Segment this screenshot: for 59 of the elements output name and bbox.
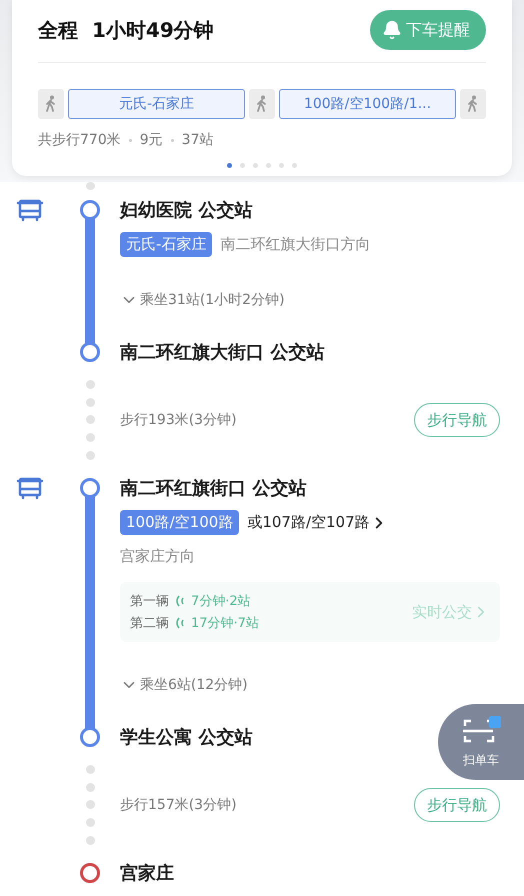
destination-marker (80, 863, 100, 883)
route-dot (86, 765, 94, 774)
arrival-label: 第二辆 (130, 615, 169, 632)
page-dot[interactable] (266, 163, 271, 168)
bell-icon (382, 20, 402, 40)
walk-info: 步行193米(3分钟) (120, 411, 237, 429)
page-dot[interactable] (253, 163, 258, 168)
direction-text: 宫家庄方向 (120, 547, 196, 566)
page-dot[interactable] (279, 163, 284, 168)
stop-marker (80, 727, 100, 747)
route-dot (86, 450, 94, 460)
arrival-info: 7分钟·2站 (191, 593, 251, 610)
bus-line-chip: 100路/空100路/1... (279, 89, 456, 119)
stop-marker (80, 342, 100, 362)
bus-line-tag[interactable]: 元氏-石家庄 (120, 232, 212, 257)
page-dot[interactable] (240, 163, 245, 168)
ride-stops-toggle[interactable]: 乘坐31站(1小时2分钟) (120, 291, 285, 309)
route-dot (86, 182, 94, 190)
stop-marker (80, 478, 100, 498)
route-dot (86, 818, 94, 828)
alternative-lines-link[interactable]: 或107路/空107路 (247, 513, 388, 532)
bus-line-chip: 元氏-石家庄 (68, 89, 245, 119)
stop-name: 南二环红旗街口 公交站 (120, 477, 306, 501)
page-dot[interactable] (292, 163, 297, 168)
page-dot[interactable] (227, 163, 232, 168)
summary-label: 全程 (38, 16, 78, 44)
total-duration: 1小时49分钟 (92, 16, 214, 44)
route-dot (86, 398, 94, 407)
stop-name: 宫家庄 (120, 862, 174, 886)
stop-name: 学生公寓 公交站 (120, 726, 252, 750)
stop-marker (80, 200, 100, 220)
walk-navigation-button[interactable]: 步行导航 (414, 788, 500, 822)
scan-bike-button[interactable]: 扫单车 (438, 704, 524, 780)
route-stat: 共步行770米 (38, 131, 121, 149)
route-dot (86, 782, 94, 792)
bus-icon (16, 198, 44, 222)
alight-alert-button[interactable]: 下车提醒 (370, 10, 486, 50)
walk-info: 步行157米(3分钟) (120, 796, 237, 814)
walking-icon (467, 95, 479, 113)
stop-name: 妇幼医院 公交站 (120, 199, 252, 223)
route-dot (86, 433, 94, 442)
bus-icon (16, 476, 44, 500)
walk-navigation-button[interactable]: 步行导航 (414, 403, 500, 437)
signal-icon (175, 595, 185, 607)
arrival-info: 17分钟·7站 (191, 615, 259, 632)
route-dot (86, 415, 94, 424)
bus-line-tag[interactable]: 100路/空100路 (120, 510, 240, 535)
route-dot (86, 800, 94, 810)
walking-icon (256, 95, 268, 113)
route-dot (86, 380, 94, 390)
stop-name: 南二环红旗大街口 公交站 (120, 341, 324, 365)
ride-stops-toggle[interactable]: 乘坐6站(12分钟) (120, 676, 248, 694)
route-stat: 9元 (140, 131, 163, 149)
direction-text: 南二环红旗大街口方向 (220, 235, 370, 254)
arrival-label: 第一辆 (130, 593, 169, 610)
route-stat: 37站 (182, 131, 214, 149)
route-dot (86, 836, 94, 845)
signal-icon (175, 617, 185, 629)
walking-icon (45, 95, 57, 113)
